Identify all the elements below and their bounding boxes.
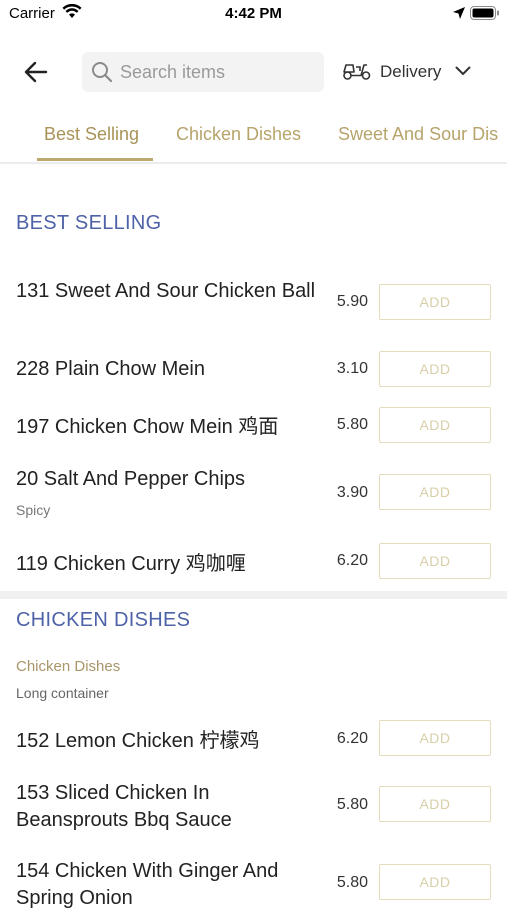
add-button[interactable]: ADD [379, 543, 491, 579]
delivery-selector[interactable]: Delivery [342, 56, 471, 88]
section-title-best-selling: BEST SELLING [16, 212, 162, 234]
item-name: 152 Lemon Chicken 柠檬鸡 [16, 730, 260, 752]
chevron-down-icon [455, 63, 471, 81]
item-name: 228 Plain Chow Mein [16, 358, 205, 380]
section-divider [0, 591, 507, 599]
battery-icon [470, 6, 500, 25]
tab-best-selling[interactable]: Best Selling [44, 124, 139, 145]
item-price: 5.90 [336, 293, 368, 310]
add-button[interactable]: ADD [379, 720, 491, 756]
item-price: 6.20 [336, 552, 368, 569]
back-arrow-icon [24, 61, 48, 83]
category-tabs: Best Selling Chicken Dishes Sweet And So… [0, 112, 507, 164]
header: Delivery [0, 40, 507, 104]
item-price: 6.20 [336, 730, 368, 747]
search-icon [91, 61, 113, 88]
item-name: 131 Sweet And Sour Chicken Ball [16, 280, 316, 302]
scooter-icon [342, 59, 372, 86]
item-price: 5.80 [336, 874, 368, 891]
status-time: 4:42 PM [225, 5, 282, 22]
item-name: 154 Chicken With Ginger And Spring Onion [16, 860, 279, 909]
delivery-label: Delivery [380, 62, 442, 81]
section-title-chicken-dishes: CHICKEN DISHES [16, 609, 191, 631]
item-name: 119 Chicken Curry 鸡咖喱 [16, 553, 246, 575]
add-button[interactable]: ADD [379, 474, 491, 510]
item-price: 5.80 [336, 796, 368, 813]
add-button[interactable]: ADD [379, 284, 491, 320]
tab-sweet-and-sour-dishes[interactable]: Sweet And Sour Dis [338, 124, 498, 145]
back-button[interactable] [18, 56, 54, 88]
add-button[interactable]: ADD [379, 351, 491, 387]
tab-chicken-dishes[interactable]: Chicken Dishes [176, 124, 301, 145]
search-box[interactable] [82, 52, 324, 92]
item-name: 197 Chicken Chow Mein 鸡面 [16, 416, 279, 438]
item-note: Spicy [16, 502, 51, 518]
item-price: 3.90 [336, 484, 368, 501]
add-button[interactable]: ADD [379, 786, 491, 822]
search-input[interactable] [120, 52, 315, 92]
status-bar: Carrier 4:42 PM [0, 0, 507, 28]
item-price: 5.80 [336, 416, 368, 433]
item-price: 3.10 [336, 360, 368, 377]
category-label: Chicken Dishes [16, 658, 121, 675]
add-button[interactable]: ADD [379, 407, 491, 443]
add-button[interactable]: ADD [379, 864, 491, 900]
item-name: 20 Salt And Pepper Chips [16, 468, 246, 490]
category-description: Long container [16, 685, 109, 701]
active-tab-indicator [37, 158, 153, 161]
item-name: 153 Sliced Chicken In Beansprouts Bbq Sa… [16, 782, 232, 831]
location-arrow-icon [452, 6, 466, 25]
